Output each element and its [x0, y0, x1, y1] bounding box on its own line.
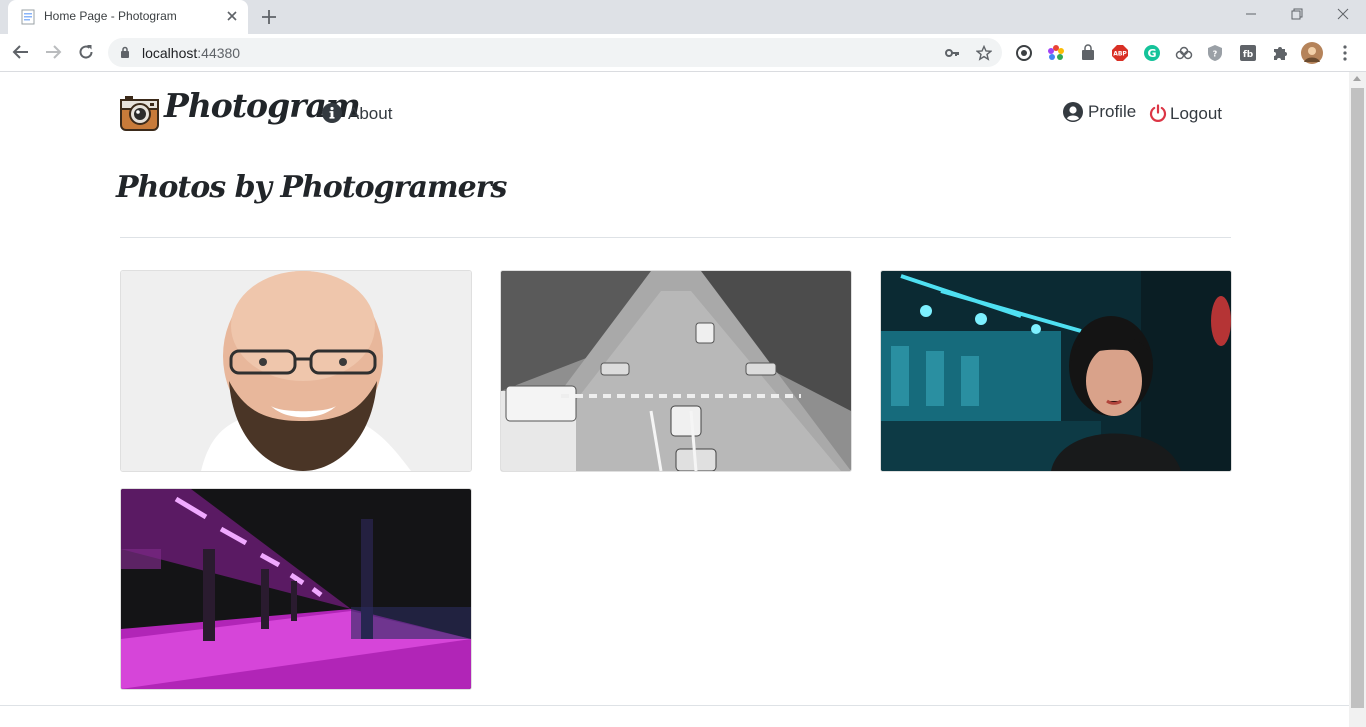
scrollbar-thumb[interactable] [1351, 88, 1364, 708]
bookmark-star-icon[interactable] [976, 45, 992, 61]
extensions-puzzle-icon[interactable] [1271, 44, 1289, 62]
user-circle-icon [1063, 102, 1083, 122]
photo-card[interactable] [120, 270, 472, 472]
photo-card[interactable] [880, 270, 1232, 472]
divider [120, 237, 1231, 238]
svg-text:ABP: ABP [1113, 51, 1127, 58]
minimize-icon[interactable] [1244, 7, 1258, 21]
tab-title: Home Page - Photogram [44, 9, 177, 23]
key-icon[interactable] [944, 45, 960, 61]
fb-extension-icon[interactable]: fb [1239, 44, 1257, 62]
nav-profile-label: Profile [1088, 102, 1137, 121]
svg-text:fb: fb [1243, 50, 1254, 60]
forward-arrow-icon[interactable] [44, 43, 62, 61]
camera-logo-icon[interactable] [119, 93, 160, 132]
close-icon[interactable] [224, 8, 240, 24]
new-tab-icon[interactable] [260, 8, 278, 26]
photo-neon-subway-woman [881, 271, 1231, 471]
svg-text:G: G [1147, 47, 1156, 60]
avatar[interactable] [1301, 42, 1323, 64]
nav-about-label: About [348, 104, 393, 123]
photo-bald-man [121, 271, 471, 471]
back-arrow-icon[interactable] [12, 43, 30, 61]
info-circle-icon [322, 103, 342, 123]
browser-toolbar: localhost:44380 ABP G ? fb [0, 34, 1366, 72]
restore-icon[interactable] [1290, 7, 1304, 21]
menu-kebab-icon[interactable] [1336, 44, 1354, 62]
svg-text:?: ? [1213, 50, 1218, 59]
cloud-extension-icon[interactable] [1175, 44, 1193, 62]
scroll-up-arrow-icon[interactable] [1353, 76, 1361, 81]
color-wheel-extension-icon[interactable] [1047, 44, 1065, 62]
address-bar[interactable]: localhost:44380 [108, 38, 1002, 67]
adblock-extension-icon[interactable]: ABP [1111, 44, 1129, 62]
bag-extension-icon[interactable] [1079, 44, 1097, 62]
lock-icon [121, 46, 129, 58]
browser-tab[interactable]: Home Page - Photogram [8, 0, 248, 34]
url-text: localhost:44380 [142, 45, 241, 61]
power-icon [1149, 104, 1167, 122]
photo-card[interactable] [500, 270, 852, 472]
footer-divider [0, 705, 1349, 706]
page-icon [21, 9, 35, 25]
photo-city-street [501, 271, 851, 471]
page-viewport: Photogram About Profile Logout Photos by… [0, 72, 1349, 727]
page-title: Photos by Photogramers [116, 170, 507, 205]
grammarly-extension-icon[interactable]: G [1143, 44, 1161, 62]
window-close-icon[interactable] [1336, 7, 1350, 21]
reload-icon[interactable] [77, 43, 95, 61]
photo-neon-platform [121, 489, 471, 689]
photo-card[interactable] [120, 488, 472, 690]
nav-logout-label: Logout [1170, 104, 1222, 123]
page-scrollbar[interactable] [1349, 72, 1366, 727]
shield-extension-icon[interactable]: ? [1206, 44, 1224, 62]
tab-strip: Home Page - Photogram [0, 0, 1366, 34]
record-extension-icon[interactable] [1015, 44, 1033, 62]
